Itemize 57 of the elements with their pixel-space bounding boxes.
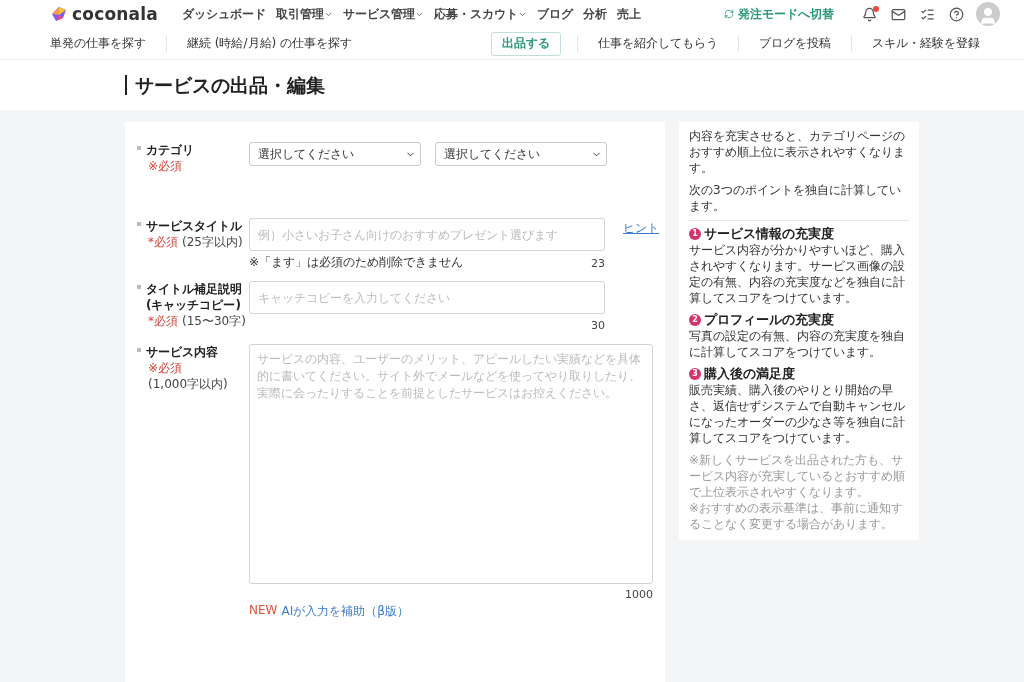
field-label: タイトル補足説明 (146, 281, 243, 297)
point-text: サービス内容が分かりやすいほど、購入されやすくなります。サービス画像の設定の有無、内容の充実度などを独自に計算してスコアをつけています。 (689, 242, 906, 306)
nav-link[interactable]: 分析 (583, 5, 607, 23)
nav-link[interactable]: 応募・スカウト (434, 5, 527, 23)
nav-link[interactable]: 売上 (617, 5, 641, 23)
point-text: 販売実績、購入後のやりとり開始の早さ、返信せずシステムで自動キャンセルになったオーダーの少なさ等を独自に計算してスコアをつけています。 (689, 382, 906, 446)
number-badge: 1 (689, 228, 701, 240)
number-badge: 3 (689, 368, 701, 380)
nav-link[interactable]: サービス管理 (343, 5, 424, 23)
page-title: サービスの出品・編集 (125, 74, 325, 95)
subnav-link[interactable]: 継続 (時給/月給) の仕事を探す (166, 35, 373, 52)
required-mark: *必須 (148, 234, 178, 250)
logo-icon[interactable] (50, 6, 68, 23)
footnote-text: ※新しくサービスを出品された方も、サービス内容が充実しているとおすすめ順で上位表示されやすくなります。 (689, 452, 906, 500)
point-title: サービス情報の充実度 (704, 226, 834, 242)
nav-link[interactable]: 取引管理 (276, 5, 333, 23)
text-field[interactable]: 例）小さいお子さん向けのおすすめプレゼント選びます (249, 218, 605, 251)
category-select[interactable]: 選択してください (249, 142, 421, 166)
required-mark: *必須 (148, 313, 178, 329)
nav-link[interactable]: ダッシュボード (182, 5, 266, 23)
field-label: サービスタイトル (146, 218, 243, 234)
footnote-text: ※おすすめの表示基準は、事前に通知することなく変更する場合があります。 (689, 500, 905, 532)
number-badge: 2 (689, 314, 701, 326)
point-title: 購入後の満足度 (704, 366, 795, 382)
field-label: (キャッチコピー) (146, 297, 242, 313)
subnav-link[interactable]: 単発の仕事を探す (50, 35, 166, 52)
mode-switch-link[interactable]: 発注モードへ切替 (724, 5, 834, 23)
point-title: プロフィールの充実度 (704, 312, 834, 328)
subnav-link[interactable]: ブログを投稿 (738, 35, 851, 52)
hint-link[interactable]: ヒント (623, 220, 659, 251)
new-label: NEW (249, 603, 278, 619)
info-text: 内容を充実させると、カテゴリページのおすすめ順上位に表示されやすくなります。 (689, 128, 906, 176)
required-mark: ※必須 (148, 158, 183, 174)
ai-assist-link[interactable]: AIが入力を補助（β版） (281, 603, 409, 620)
logo-text[interactable]: coconala (72, 4, 158, 25)
mail-icon[interactable] (891, 6, 906, 22)
char-limit: (15〜30字) (182, 313, 246, 329)
char-count: 30 (591, 319, 605, 332)
subnav-link[interactable]: 仕事を紹介してもらう (577, 35, 738, 52)
info-text: 次の3つのポイントを独自に計算しています。 (689, 182, 902, 214)
subnav-link[interactable]: スキル・経験を登録 (851, 35, 1000, 52)
char-limit: (1,000字以内) (148, 376, 228, 392)
category-select[interactable]: 選択してください (435, 142, 607, 166)
checklist-icon[interactable] (920, 6, 935, 22)
bell-icon[interactable] (862, 6, 877, 22)
refresh-icon (724, 9, 734, 20)
char-count: 1000 (625, 588, 653, 601)
char-count: 23 (591, 257, 605, 270)
char-limit: (25字以内) (182, 234, 243, 250)
field-label: カテゴリ (146, 142, 195, 158)
list-service-button[interactable]: 出品する (491, 31, 561, 56)
required-mark: ※必須 (148, 360, 183, 376)
nav-link[interactable]: ブログ (537, 5, 573, 23)
point-text: 写真の設定の有無、内容の充実度を独自に計算してスコアをつけています。 (689, 328, 906, 360)
help-icon[interactable] (949, 6, 964, 22)
field-note: ※「ます」は必須のため削除できません (249, 254, 464, 271)
field-label: サービス内容 (146, 344, 219, 360)
